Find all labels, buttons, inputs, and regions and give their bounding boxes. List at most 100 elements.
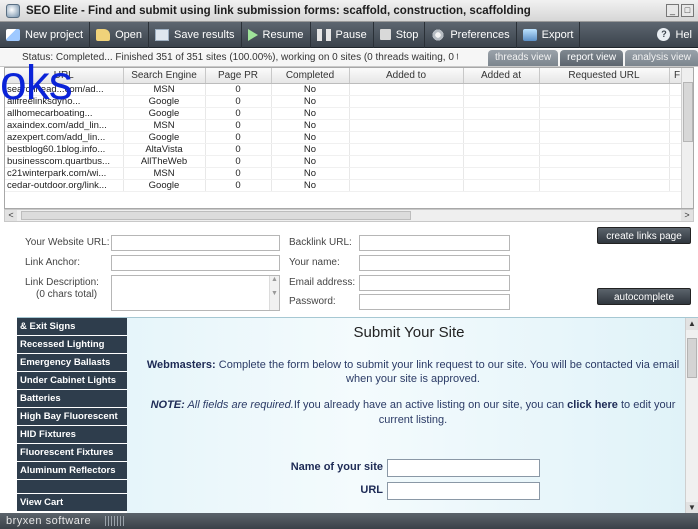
cell-page-pr: 0 bbox=[205, 83, 272, 96]
brand-logo-text: bryxen software bbox=[6, 515, 92, 527]
cell-search-engine: MSN bbox=[123, 83, 206, 96]
cell-search-engine: MSN bbox=[123, 119, 206, 132]
cell-requested-url bbox=[539, 179, 670, 192]
cell-requested-url bbox=[539, 143, 670, 156]
table-row[interactable]: c21winterpark.com/wi... MSN 0 No bbox=[5, 167, 686, 180]
cell-added-to bbox=[349, 83, 464, 96]
create-links-page-button[interactable]: create links page bbox=[597, 227, 691, 244]
webmasters-text: Complete the form below to submit your l… bbox=[215, 359, 680, 385]
cell-requested-url bbox=[539, 167, 670, 180]
minimize-icon[interactable]: _ bbox=[666, 4, 679, 17]
table-row[interactable]: axaindex.com/add_lin... MSN 0 No bbox=[5, 119, 686, 132]
table-row[interactable]: azexpert.com/add_lin... Google 0 No bbox=[5, 131, 686, 144]
backlink-url-input[interactable] bbox=[359, 235, 510, 251]
table-row[interactable]: bestblog60.1blog.info... AltaVista 0 No bbox=[5, 143, 686, 156]
nav-item-under-cabinet-lights[interactable]: Under Cabinet Lights bbox=[17, 372, 127, 389]
cell-completed: No bbox=[271, 179, 350, 192]
table-row[interactable]: allhomecarboating... Google 0 No bbox=[5, 107, 686, 120]
column-header-search-engine[interactable]: Search Engine bbox=[123, 68, 206, 84]
scroll-right-icon[interactable]: > bbox=[681, 210, 693, 221]
your-name-input[interactable] bbox=[359, 255, 510, 271]
cell-search-engine: MSN bbox=[123, 167, 206, 180]
pause-label: Pause bbox=[335, 28, 367, 41]
cell-added-to bbox=[349, 95, 464, 108]
column-header-completed[interactable]: Completed bbox=[271, 68, 350, 84]
email-label: Email address: bbox=[289, 277, 356, 288]
click-here-link[interactable]: click here bbox=[567, 399, 618, 411]
table-row[interactable]: searchhead...com/ad... MSN 0 No bbox=[5, 83, 686, 96]
export-button[interactable]: Export bbox=[517, 21, 581, 48]
cell-added-at bbox=[463, 131, 540, 144]
grid-scroll-thumb[interactable] bbox=[683, 82, 693, 142]
open-button[interactable]: Open bbox=[90, 21, 149, 48]
cell-added-at bbox=[463, 155, 540, 168]
column-header-page-pr[interactable]: Page PR bbox=[205, 68, 272, 84]
cell-requested-url bbox=[539, 119, 670, 132]
site-url-label: URL bbox=[360, 484, 383, 496]
save-results-button[interactable]: Save results bbox=[149, 21, 242, 48]
tab-threads-view[interactable]: threads view bbox=[488, 50, 559, 66]
cell-requested-url bbox=[539, 107, 670, 120]
link-description-textarea[interactable]: ▲ ▼ bbox=[111, 275, 280, 311]
overlay-logo-text: oks bbox=[0, 57, 73, 110]
tab-report-view[interactable]: report view bbox=[560, 50, 624, 66]
new-project-icon bbox=[6, 28, 20, 41]
cell-page-pr: 0 bbox=[205, 107, 272, 120]
site-url-input[interactable] bbox=[387, 482, 540, 500]
table-row[interactable]: cedar-outdoor.org/link... Google 0 No bbox=[5, 179, 686, 192]
cell-requested-url bbox=[539, 83, 670, 96]
column-header-requested-url[interactable]: Requested URL bbox=[539, 68, 670, 84]
preferences-button[interactable]: Preferences bbox=[425, 21, 517, 48]
nav-item-recessed-lighting[interactable]: Recessed Lighting bbox=[17, 336, 127, 353]
nav-item-fluorescent-fixtures[interactable]: Fluorescent Fixtures bbox=[17, 444, 127, 461]
description-scrollbar[interactable]: ▲ ▼ bbox=[269, 276, 279, 310]
browser-scroll-thumb[interactable] bbox=[687, 338, 697, 378]
scroll-down-icon[interactable]: ▼ bbox=[686, 502, 698, 513]
site-name-input[interactable] bbox=[387, 459, 540, 477]
cell-page-pr: 0 bbox=[205, 119, 272, 132]
cell-added-at bbox=[463, 167, 540, 180]
maximize-icon[interactable]: □ bbox=[681, 4, 694, 17]
column-header-added-at[interactable]: Added at bbox=[463, 68, 540, 84]
note-italic: All fields are required. bbox=[184, 399, 294, 411]
autocomplete-button[interactable]: autocomplete bbox=[597, 288, 691, 305]
email-input[interactable] bbox=[359, 275, 510, 291]
browser-vertical-scrollbar[interactable]: ▲ ▼ bbox=[685, 318, 698, 513]
scroll-up-icon[interactable]: ▲ bbox=[686, 318, 698, 330]
resize-grip-icon[interactable] bbox=[105, 516, 126, 526]
nav-item-batteries[interactable]: Batteries bbox=[17, 390, 127, 407]
title-bar: SEO Elite - Find and submit using link s… bbox=[0, 0, 698, 22]
tab-analysis-view[interactable]: analysis view bbox=[625, 50, 698, 66]
new-project-label: New project bbox=[25, 28, 84, 41]
help-button[interactable]: ? Hel bbox=[651, 22, 698, 48]
nav-item-hid-fixtures[interactable]: HID Fixtures bbox=[17, 426, 127, 443]
grid-horizontal-scrollbar[interactable]: < > bbox=[4, 209, 694, 222]
website-url-label: Your Website URL: bbox=[25, 237, 110, 248]
pause-button[interactable]: Pause bbox=[311, 21, 374, 48]
nav-item-high-bay-fluorescent[interactable]: High Bay Fluorescent bbox=[17, 408, 127, 425]
note-label: NOTE: bbox=[150, 399, 185, 411]
resume-button[interactable]: Resume bbox=[242, 21, 311, 48]
stop-button[interactable]: Stop bbox=[374, 21, 426, 48]
cell-completed: No bbox=[271, 119, 350, 132]
cell-added-at bbox=[463, 119, 540, 132]
password-input[interactable] bbox=[359, 294, 510, 310]
website-url-input[interactable] bbox=[111, 235, 280, 251]
grid-hscroll-thumb[interactable] bbox=[21, 211, 411, 220]
grid-vertical-scrollbar[interactable] bbox=[681, 68, 693, 208]
cell-search-engine: Google bbox=[123, 179, 206, 192]
table-row[interactable]: businesscom.quartbus... AllTheWeb 0 No bbox=[5, 155, 686, 168]
nav-item-view-cart[interactable]: View Cart bbox=[17, 494, 127, 511]
new-project-button[interactable]: New project bbox=[0, 21, 91, 48]
nav-item-emergency-ballasts[interactable]: Emergency Ballasts bbox=[17, 354, 127, 371]
column-header-added-to[interactable]: Added to bbox=[349, 68, 464, 84]
cell-page-pr: 0 bbox=[205, 179, 272, 192]
export-icon bbox=[522, 28, 537, 41]
nav-item-aluminum-reflectors[interactable]: Aluminum Reflectors bbox=[17, 462, 127, 479]
cell-added-to bbox=[349, 131, 464, 144]
webmasters-label: Webmasters: bbox=[146, 359, 216, 371]
table-row[interactable]: allfreelinksdyno... Google 0 No bbox=[5, 95, 686, 108]
link-anchor-input[interactable] bbox=[111, 255, 280, 271]
nav-item-exit-signs[interactable]: & Exit Signs bbox=[17, 318, 127, 335]
scroll-left-icon[interactable]: < bbox=[5, 210, 17, 221]
